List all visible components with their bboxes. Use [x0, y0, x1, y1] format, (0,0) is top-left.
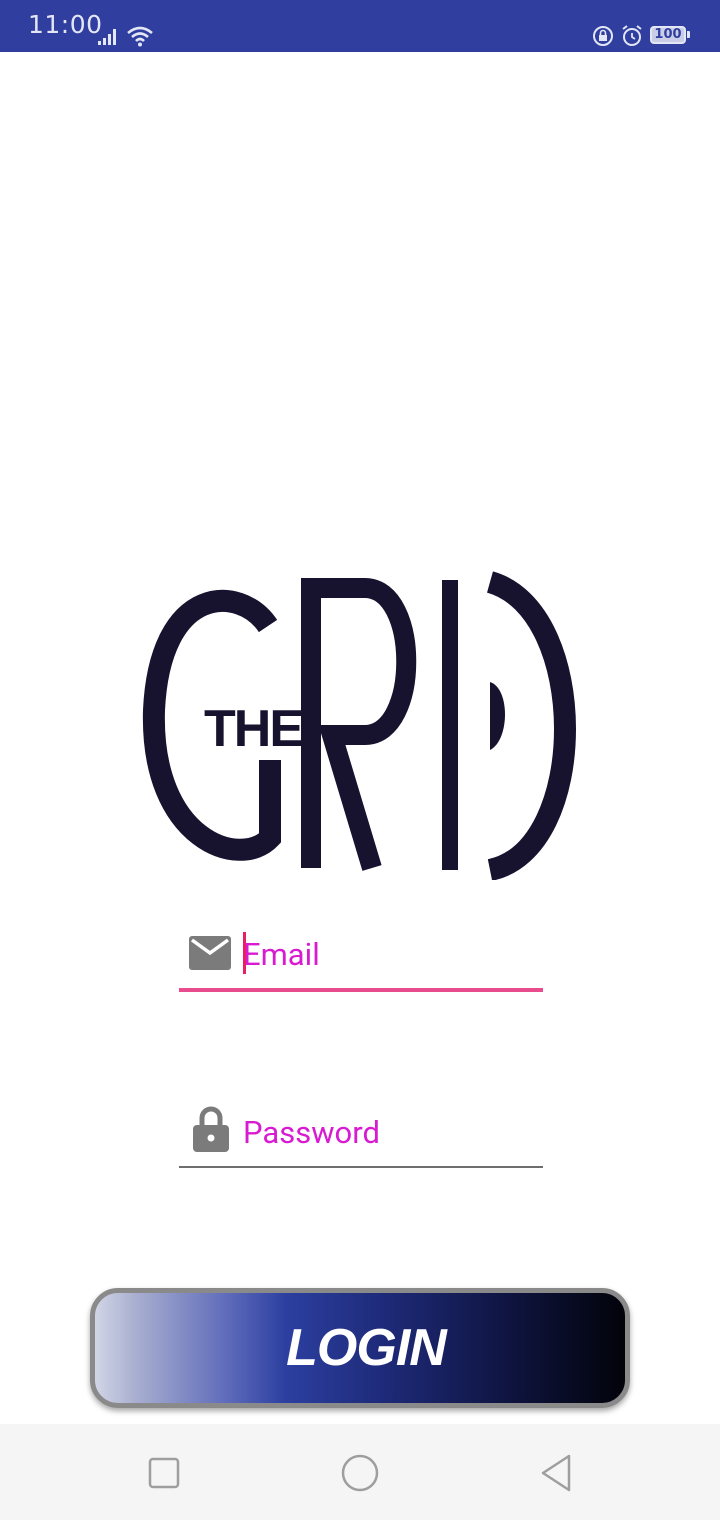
rotation-lock-icon: [593, 26, 613, 46]
logo-letter-r: [301, 578, 417, 871]
recents-button[interactable]: [139, 1448, 189, 1498]
square-icon: [148, 1457, 180, 1489]
logo-letter-i: [442, 580, 458, 870]
navigation-bar: [0, 1424, 720, 1520]
signal-icon: [98, 29, 116, 45]
circle-icon: [341, 1454, 379, 1492]
login-label: LOGIN: [286, 1319, 447, 1377]
back-button[interactable]: [531, 1448, 581, 1498]
email-field[interactable]: [179, 920, 543, 994]
logo-letter-d-inner: [490, 682, 505, 750]
status-time: 11:00: [28, 10, 103, 39]
wifi-icon: [127, 26, 153, 47]
password-field[interactable]: [179, 1098, 543, 1172]
password-underline: [179, 1166, 543, 1168]
login-button[interactable]: LOGIN: [90, 1288, 630, 1408]
lock-icon: [193, 1106, 229, 1152]
email-input[interactable]: [243, 932, 533, 976]
battery-tip: [687, 31, 690, 38]
logo-the-text: THE: [204, 700, 302, 758]
password-input[interactable]: [243, 1110, 533, 1154]
the-grid-logo: THE: [142, 571, 576, 880]
email-icon: [189, 936, 231, 970]
text-cursor: [243, 932, 246, 974]
status-bar: 11:00 100: [0, 0, 720, 52]
triangle-back-icon: [541, 1454, 571, 1492]
battery-icon: 100: [650, 26, 686, 44]
alarm-icon: [622, 25, 642, 46]
home-button[interactable]: [335, 1448, 385, 1498]
email-underline: [179, 988, 543, 992]
